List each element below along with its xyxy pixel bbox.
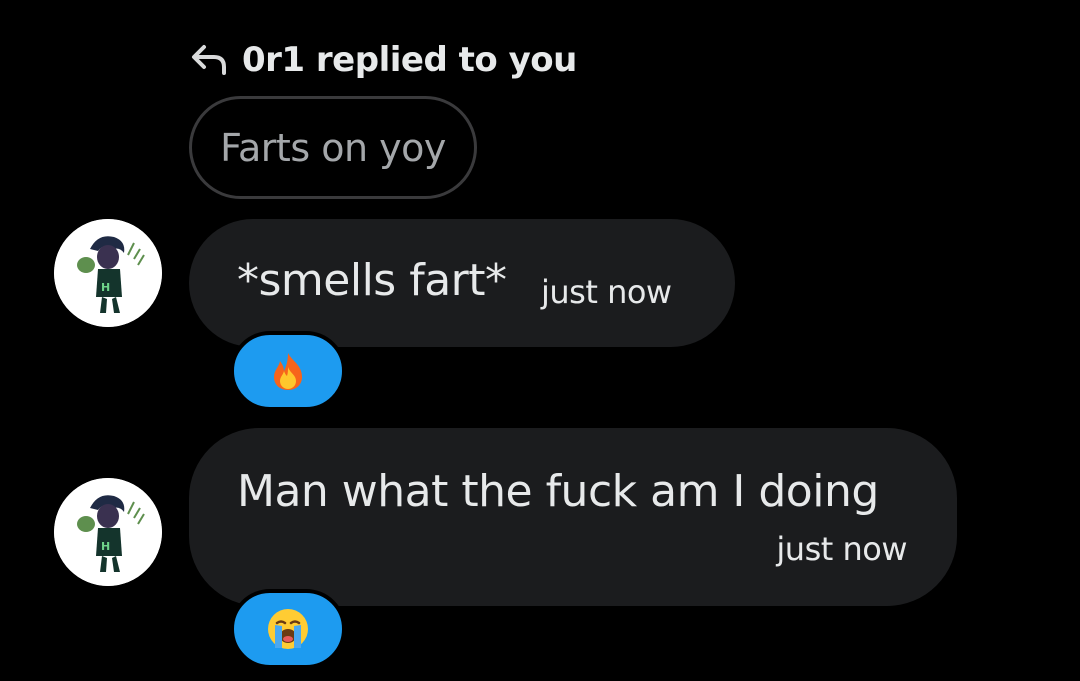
reaction-badge[interactable] [230, 589, 346, 669]
reply-context-text: 0r1 replied to you [242, 40, 577, 80]
loudly-crying-emoji-icon [268, 609, 308, 649]
message-timestamp: just now [541, 273, 672, 311]
message-text: Man what the fuck am I doing [237, 466, 879, 517]
reply-arrow-icon [190, 43, 230, 77]
message-bubble[interactable]: *smells fart* just now [189, 219, 735, 347]
message-timestamp: just now [776, 530, 907, 568]
reaction-badge[interactable] [230, 331, 346, 411]
avatar-image: H [54, 219, 162, 327]
reply-context: 0r1 replied to you [190, 38, 577, 82]
svg-text:H: H [101, 540, 110, 553]
dm-conversation: 0r1 replied to you Farts on yoy H *smell… [0, 0, 1080, 681]
avatar[interactable]: H [54, 219, 162, 327]
message-bubble[interactable]: Man what the fuck am I doing just now [189, 428, 957, 606]
quoted-message[interactable]: Farts on yoy [189, 96, 477, 199]
message-text: *smells fart* [237, 255, 507, 306]
fire-emoji-icon [274, 353, 302, 390]
avatar[interactable]: H [54, 478, 162, 586]
svg-text:H: H [101, 281, 110, 294]
avatar-image: H [54, 478, 162, 586]
quoted-message-text: Farts on yoy [220, 125, 446, 170]
